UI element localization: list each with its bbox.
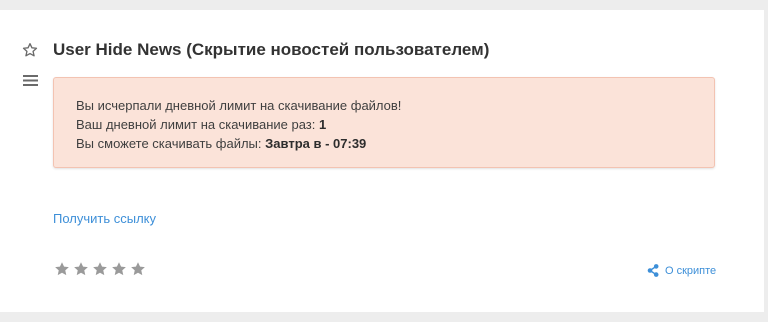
- share-icon: [647, 264, 659, 277]
- rating-star-icon[interactable]: [92, 261, 108, 277]
- rating-star-icon[interactable]: [111, 261, 127, 277]
- post-card: User Hide News (Скрытие новостей пользов…: [0, 10, 764, 312]
- next-download-label: Вы сможете скачивать файлы:: [76, 136, 266, 151]
- daily-limit-label: Ваш дневной лимит на скачивание раз:: [76, 117, 319, 132]
- daily-limit-value: 1: [318, 117, 327, 132]
- rating-star-icon[interactable]: [130, 261, 146, 277]
- download-limit-alert: Вы исчерпали дневной лимит на скачивание…: [53, 77, 715, 168]
- alert-line-limit-reached: Вы исчерпали дневной лимит на скачивание…: [76, 98, 402, 113]
- about-script-label: О скрипте: [665, 264, 717, 277]
- rating-star-icon[interactable]: [54, 261, 70, 277]
- about-script-link[interactable]: О скрипте: [647, 264, 716, 277]
- rating-star-icon[interactable]: [73, 261, 89, 277]
- menu-icon[interactable]: [21, 71, 39, 89]
- next-download-value: Завтра в - 07:39: [265, 136, 367, 151]
- star-outline-icon[interactable]: [21, 41, 39, 59]
- alert-line-next-download: Вы сможете скачивать файлы: Завтра в - 0…: [76, 134, 692, 153]
- get-link[interactable]: Получить ссылку: [53, 211, 156, 226]
- alert-line-daily-limit: Ваш дневной лимит на скачивание раз: 1: [76, 115, 692, 134]
- rating-stars: [54, 261, 146, 277]
- post-title: User Hide News (Скрытие новостей пользов…: [53, 40, 490, 59]
